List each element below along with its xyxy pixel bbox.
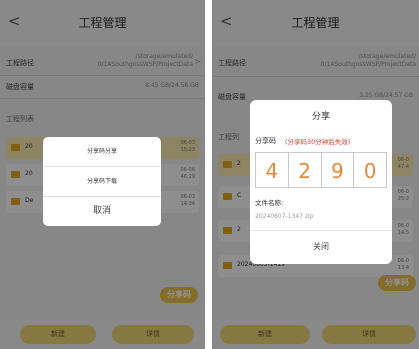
file-name-label: 文件名称: bbox=[255, 199, 284, 207]
share-code-digit: 9 bbox=[320, 152, 355, 188]
cancel-button[interactable]: 取消 bbox=[43, 197, 161, 226]
share-by-code-item[interactable]: 分享码分享 bbox=[43, 137, 161, 166]
share-code-expiry-note: (分享码30分钟后失效) bbox=[285, 138, 351, 146]
share-code-digit: 2 bbox=[287, 152, 322, 188]
share-code-digits: 4 2 9 0 bbox=[255, 152, 387, 188]
share-code-label: 分享码 bbox=[255, 137, 276, 145]
share-code-digit: 0 bbox=[353, 152, 387, 188]
divider bbox=[250, 230, 392, 231]
share-code-digit: 4 bbox=[255, 152, 289, 188]
left-screen: < 工程管理 工程路径 /storage/emulated/ 0/1ASouth… bbox=[0, 0, 205, 349]
dialog-title: 分享 bbox=[311, 112, 330, 122]
right-screen: < 工程管理 工程路径 /storage/emulated/ 0/1ASouth… bbox=[212, 0, 419, 349]
share-menu: 分享码分享 分享码下载 取消 bbox=[43, 137, 161, 226]
download-by-code-item[interactable]: 分享码下载 bbox=[43, 167, 161, 196]
close-button[interactable]: 关闭 bbox=[250, 236, 392, 258]
file-name-value: 20240607-1347.zip bbox=[255, 213, 314, 220]
share-dialog: 分享 分享码 (分享码30分钟后失效) 4 2 9 0 文件名称: 202406… bbox=[250, 100, 392, 264]
